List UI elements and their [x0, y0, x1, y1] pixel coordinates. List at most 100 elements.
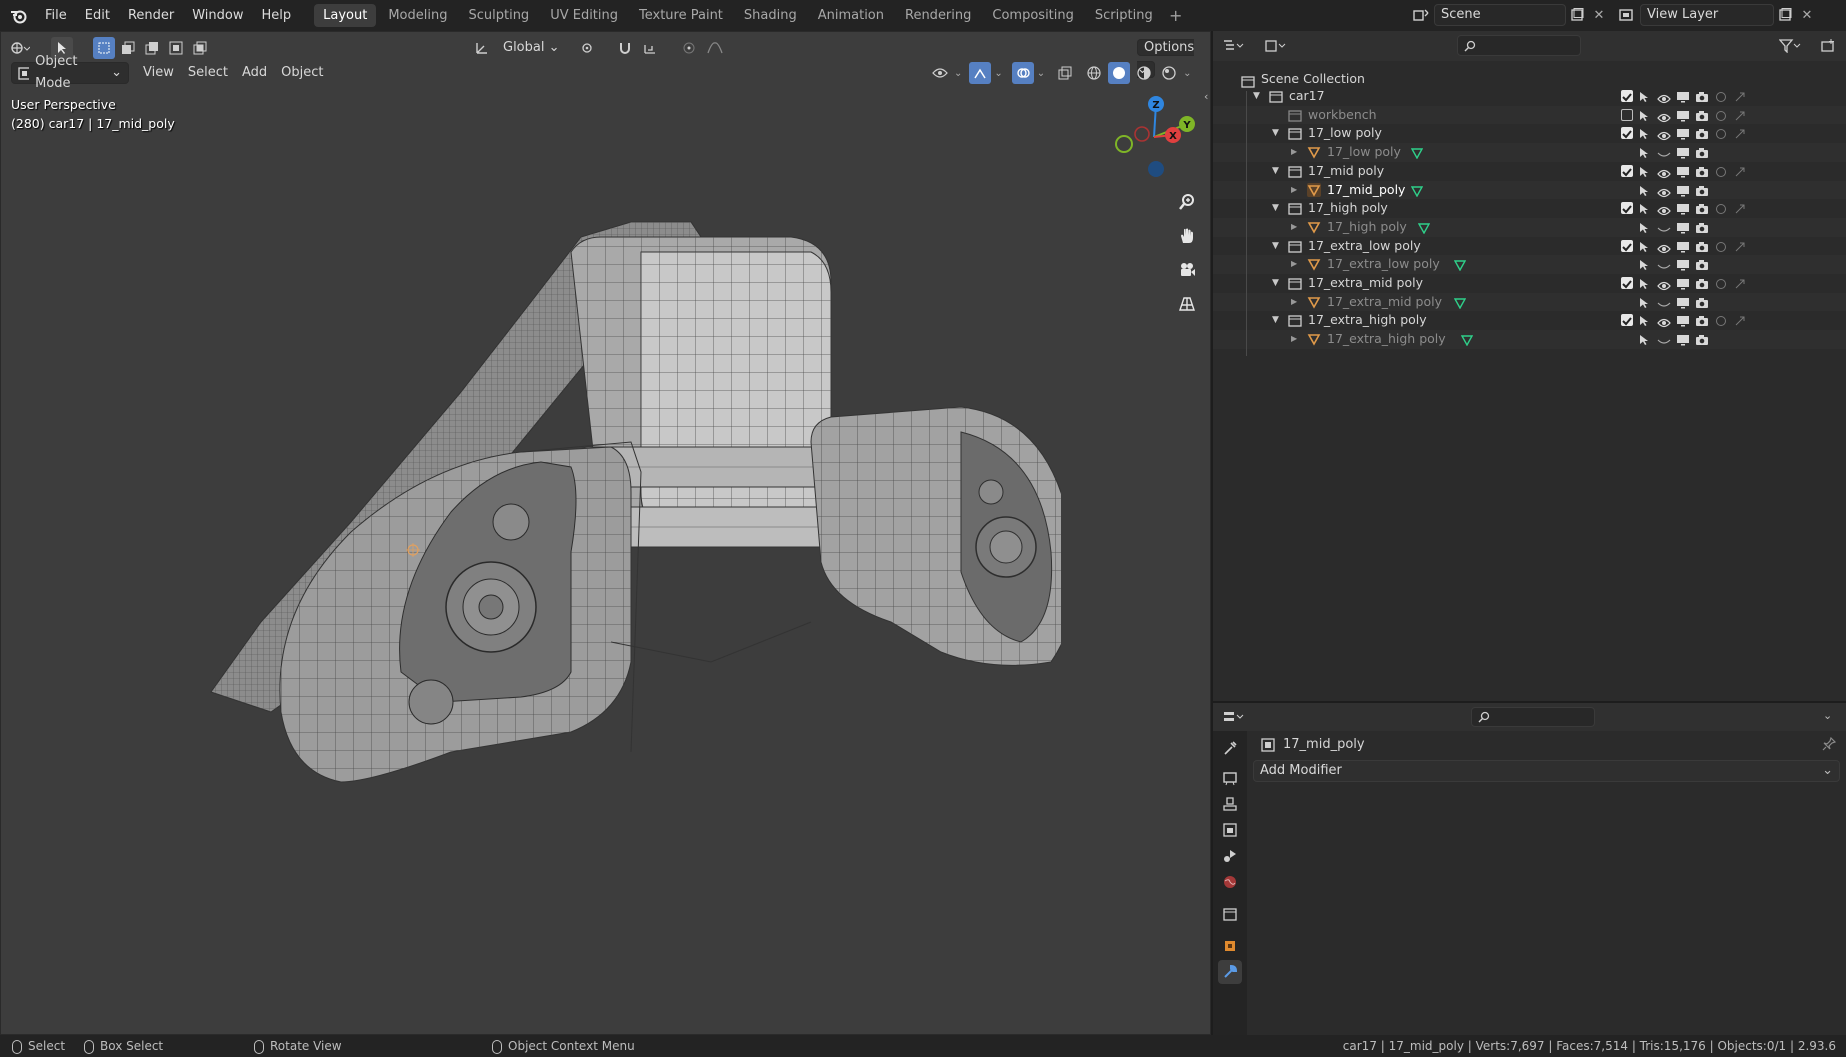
expand-arrow-down-icon[interactable]: ▼ [1272, 162, 1279, 181]
outliner-collection-row[interactable]: ▼ 17_extra_high poly [1213, 311, 1846, 330]
exclude-checkbox[interactable] [1621, 108, 1633, 121]
expand-arrow-right-icon[interactable]: ▶ [1291, 181, 1297, 200]
menu-edit[interactable]: Edit [76, 0, 119, 31]
object-tab-icon[interactable] [1218, 934, 1242, 958]
outliner-collection-row[interactable]: ▼ 17_extra_low poly [1213, 237, 1846, 256]
workspace-tab-sculpting[interactable]: Sculpting [459, 4, 538, 27]
outliner-object-row[interactable]: ▶ 17_extra_mid poly [1213, 292, 1846, 312]
exclude-checkbox[interactable] [1621, 239, 1633, 252]
scene-name-field[interactable]: Scene [1434, 4, 1566, 26]
zoom-icon[interactable] [1172, 187, 1202, 217]
mode-selector[interactable]: Object Mode ⌄ [11, 54, 129, 91]
menu-help[interactable]: Help [253, 0, 301, 31]
outliner-search-input[interactable] [1457, 35, 1581, 56]
hidden-eye-icon[interactable] [1657, 334, 1671, 353]
render-tab-icon[interactable] [1218, 766, 1242, 790]
show-gizmo-icon[interactable] [969, 62, 992, 84]
solid-shading-icon[interactable] [1108, 62, 1131, 84]
workspace-tab-shading[interactable]: Shading [735, 4, 806, 27]
new-scene-icon[interactable] [1566, 4, 1588, 26]
outliner-object-row[interactable]: ▶ 17_extra_high poly [1213, 330, 1846, 349]
workspace-tab-scripting[interactable]: Scripting [1086, 4, 1162, 27]
exclude-checkbox[interactable] [1621, 90, 1633, 102]
workspace-tab-modeling[interactable]: Modeling [379, 4, 456, 27]
workspace-tab-animation[interactable]: Animation [809, 4, 893, 27]
outliner-collection-row[interactable]: ▼ car17 [1213, 87, 1846, 106]
select-mode-subtract-icon[interactable] [141, 37, 163, 59]
properties-editor-type-icon[interactable] [1223, 706, 1245, 728]
perspective-toggle-icon[interactable] [1172, 289, 1202, 319]
pivot-point-icon[interactable] [578, 37, 600, 59]
workspace-tab-texture-paint[interactable]: Texture Paint [630, 4, 732, 27]
blender-logo-icon[interactable] [8, 5, 30, 27]
outliner-collection-row[interactable]: workbench [1213, 105, 1846, 125]
add-modifier-dropdown[interactable]: Add Modifier ⌄ [1253, 760, 1840, 782]
outliner-object-row[interactable]: ▶ 17_high poly [1213, 217, 1846, 237]
collection-tab-icon[interactable] [1218, 902, 1242, 926]
add-workspace-button[interactable]: + [1165, 5, 1187, 27]
viewport-menu-object[interactable]: Object [275, 62, 329, 84]
expand-arrow-right-icon[interactable]: ▶ [1291, 143, 1297, 162]
delete-view-layer-icon[interactable]: ✕ [1796, 4, 1818, 26]
3d-viewport[interactable]: Global ⌄ Options ⌄ Object Mode ⌄ View Sele… [0, 31, 1211, 1035]
viewport-disable-icon[interactable] [1676, 333, 1690, 352]
proportional-falloff-icon[interactable] [704, 37, 726, 59]
outliner-collection-row[interactable]: ▼ 17_low poly [1213, 124, 1846, 143]
expand-arrow-down-icon[interactable]: ▼ [1253, 87, 1260, 106]
view-layer-tab-icon[interactable] [1218, 818, 1242, 842]
new-collection-icon[interactable] [1817, 35, 1839, 57]
proportional-edit-icon[interactable] [678, 37, 700, 59]
pin-icon[interactable] [1822, 736, 1837, 755]
new-view-layer-icon[interactable] [1774, 4, 1796, 26]
select-mode-invert-icon[interactable] [165, 37, 187, 59]
view-layer-name-field[interactable]: View Layer [1640, 4, 1774, 26]
outliner-collection-row[interactable]: ▼ 17_extra_mid poly [1213, 274, 1846, 293]
select-mode-intersect-icon[interactable] [189, 37, 211, 59]
workspace-tab-uv-editing[interactable]: UV Editing [541, 4, 627, 27]
outliner-editor-type-icon[interactable] [1223, 35, 1245, 57]
filter-icon[interactable] [1779, 35, 1801, 57]
xray-toggle-icon[interactable] [1054, 62, 1076, 84]
expand-arrow-right-icon[interactable]: ▶ [1291, 255, 1297, 274]
outliner-object-row[interactable]: ▶ 17_extra_low poly [1213, 255, 1846, 274]
exclude-checkbox[interactable] [1621, 277, 1633, 289]
display-mode-icon[interactable] [1265, 35, 1287, 57]
snap-toggle-icon[interactable] [614, 37, 636, 59]
show-overlays-icon[interactable] [1011, 62, 1034, 84]
delete-scene-icon[interactable]: ✕ [1588, 4, 1610, 26]
expand-arrow-down-icon[interactable]: ▼ [1272, 199, 1279, 218]
expand-arrow-right-icon[interactable]: ▶ [1291, 293, 1297, 312]
world-tab-icon[interactable] [1218, 870, 1242, 894]
scene-selector-icon[interactable] [1410, 4, 1432, 26]
properties-search-input[interactable] [1471, 707, 1595, 727]
menu-window[interactable]: Window [183, 0, 252, 31]
viewport-menu-select[interactable]: Select [182, 62, 234, 84]
viewport-menu-view[interactable]: View [137, 62, 180, 84]
outliner-collection-row[interactable]: ▼ 17_mid poly [1213, 162, 1846, 181]
exclude-checkbox[interactable] [1621, 314, 1633, 327]
render-camera-icon[interactable] [1695, 333, 1709, 352]
expand-arrow-right-icon[interactable]: ▶ [1291, 330, 1297, 349]
exclude-checkbox[interactable] [1621, 202, 1633, 215]
expand-arrow-down-icon[interactable]: ▼ [1272, 274, 1279, 293]
outliner-collection-row[interactable]: ▼ 17_high poly [1213, 199, 1846, 218]
navigation-gizmo[interactable]: Z Y X [1109, 92, 1199, 182]
expand-arrow-down-icon[interactable]: ▼ [1272, 237, 1279, 256]
transform-orientation-dropdown[interactable]: Global ⌄ [497, 37, 566, 59]
select-mode-extend-icon[interactable] [117, 37, 139, 59]
snap-target-icon[interactable] [640, 37, 662, 59]
properties-options-chevron-icon[interactable]: ⌄ [1823, 709, 1832, 722]
transform-orientation-icon[interactable] [471, 37, 493, 59]
editor-type-icon[interactable] [9, 37, 31, 59]
output-tab-icon[interactable] [1218, 792, 1242, 816]
rendered-shading-icon[interactable] [1158, 62, 1180, 84]
outliner-object-row[interactable]: ▶ 17_low poly [1213, 143, 1846, 162]
exclude-checkbox[interactable] [1621, 127, 1633, 140]
view-layer-selector-icon[interactable] [1616, 4, 1638, 26]
material-preview-icon[interactable] [1133, 62, 1155, 84]
mesh-model-17-mid-poly[interactable] [191, 192, 1061, 832]
scene-tab-icon[interactable] [1218, 844, 1242, 868]
viewport-menu-add[interactable]: Add [236, 62, 273, 84]
workspace-tab-rendering[interactable]: Rendering [896, 4, 980, 27]
modifier-tab-icon[interactable] [1218, 960, 1242, 984]
